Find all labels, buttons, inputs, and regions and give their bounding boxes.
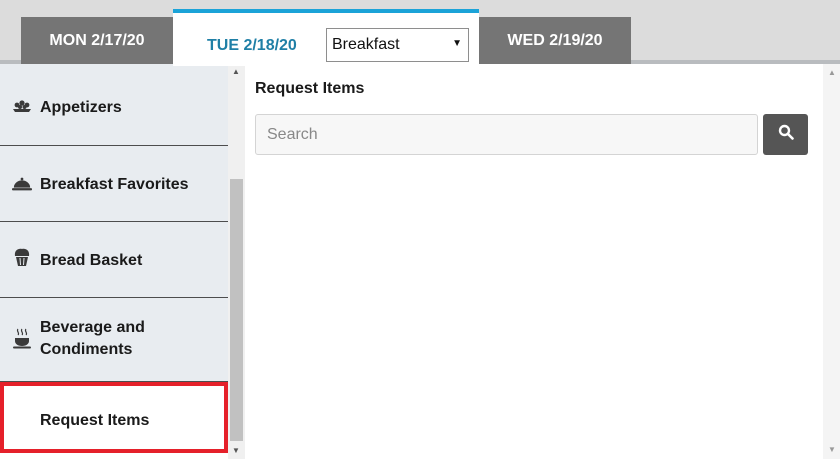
hot-beverage-icon <box>12 328 32 349</box>
scroll-up-arrow-icon[interactable]: ▲ <box>232 67 240 76</box>
meal-period-select[interactable]: Breakfast ▼ <box>326 28 469 62</box>
meal-period-value: Breakfast <box>332 36 400 53</box>
appetizer-tray-icon <box>12 97 32 117</box>
category-label: Breakfast Favorites <box>40 176 189 193</box>
category-item-appetizers[interactable]: Appetizers <box>0 64 228 146</box>
tab-current-day[interactable]: TUE 2/18/20 Breakfast ▼ <box>173 9 479 66</box>
request-items-panel: Request Items ▲ ▼ <box>245 64 840 459</box>
category-label: Request Items <box>40 412 150 429</box>
dropdown-arrow-icon: ▼ <box>452 38 462 49</box>
category-label: Appetizers <box>40 99 122 116</box>
search-icon <box>778 124 794 145</box>
scroll-down-arrow-icon[interactable]: ▼ <box>232 446 240 455</box>
tab-prev-day[interactable]: MON 2/17/20 <box>21 17 173 64</box>
search-button[interactable] <box>763 114 808 155</box>
right-scrollbar[interactable]: ▲ ▼ <box>823 64 840 459</box>
section-title: Request Items <box>255 80 365 97</box>
tab-prev-day-label: MON 2/17/20 <box>49 31 145 49</box>
muffin-icon <box>12 247 32 267</box>
tab-next-day-label: WED 2/19/20 <box>507 31 603 49</box>
category-list: Appetizers Breakfast Favorites Bread Bas… <box>0 64 245 459</box>
category-item-request-items[interactable]: Request Items <box>0 382 228 453</box>
category-item-beverage-condiments[interactable]: Beverage and Condiments <box>0 298 228 382</box>
scroll-down-arrow-icon[interactable]: ▼ <box>828 445 836 454</box>
category-item-bread-basket[interactable]: Bread Basket <box>0 222 228 298</box>
food-cloche-icon <box>12 174 32 194</box>
category-label: Beverage and Condiments <box>40 319 145 358</box>
search-input[interactable] <box>255 114 758 155</box>
category-item-breakfast-favorites[interactable]: Breakfast Favorites <box>0 146 228 222</box>
scrollbar-thumb[interactable] <box>230 179 243 441</box>
scroll-up-arrow-icon[interactable]: ▲ <box>828 68 836 77</box>
category-label: Bread Basket <box>40 252 143 269</box>
tab-current-day-label: TUE 2/18/20 <box>207 37 297 54</box>
tab-next-day[interactable]: WED 2/19/20 <box>479 17 631 64</box>
left-scrollbar[interactable]: ▲ ▼ <box>228 64 245 459</box>
